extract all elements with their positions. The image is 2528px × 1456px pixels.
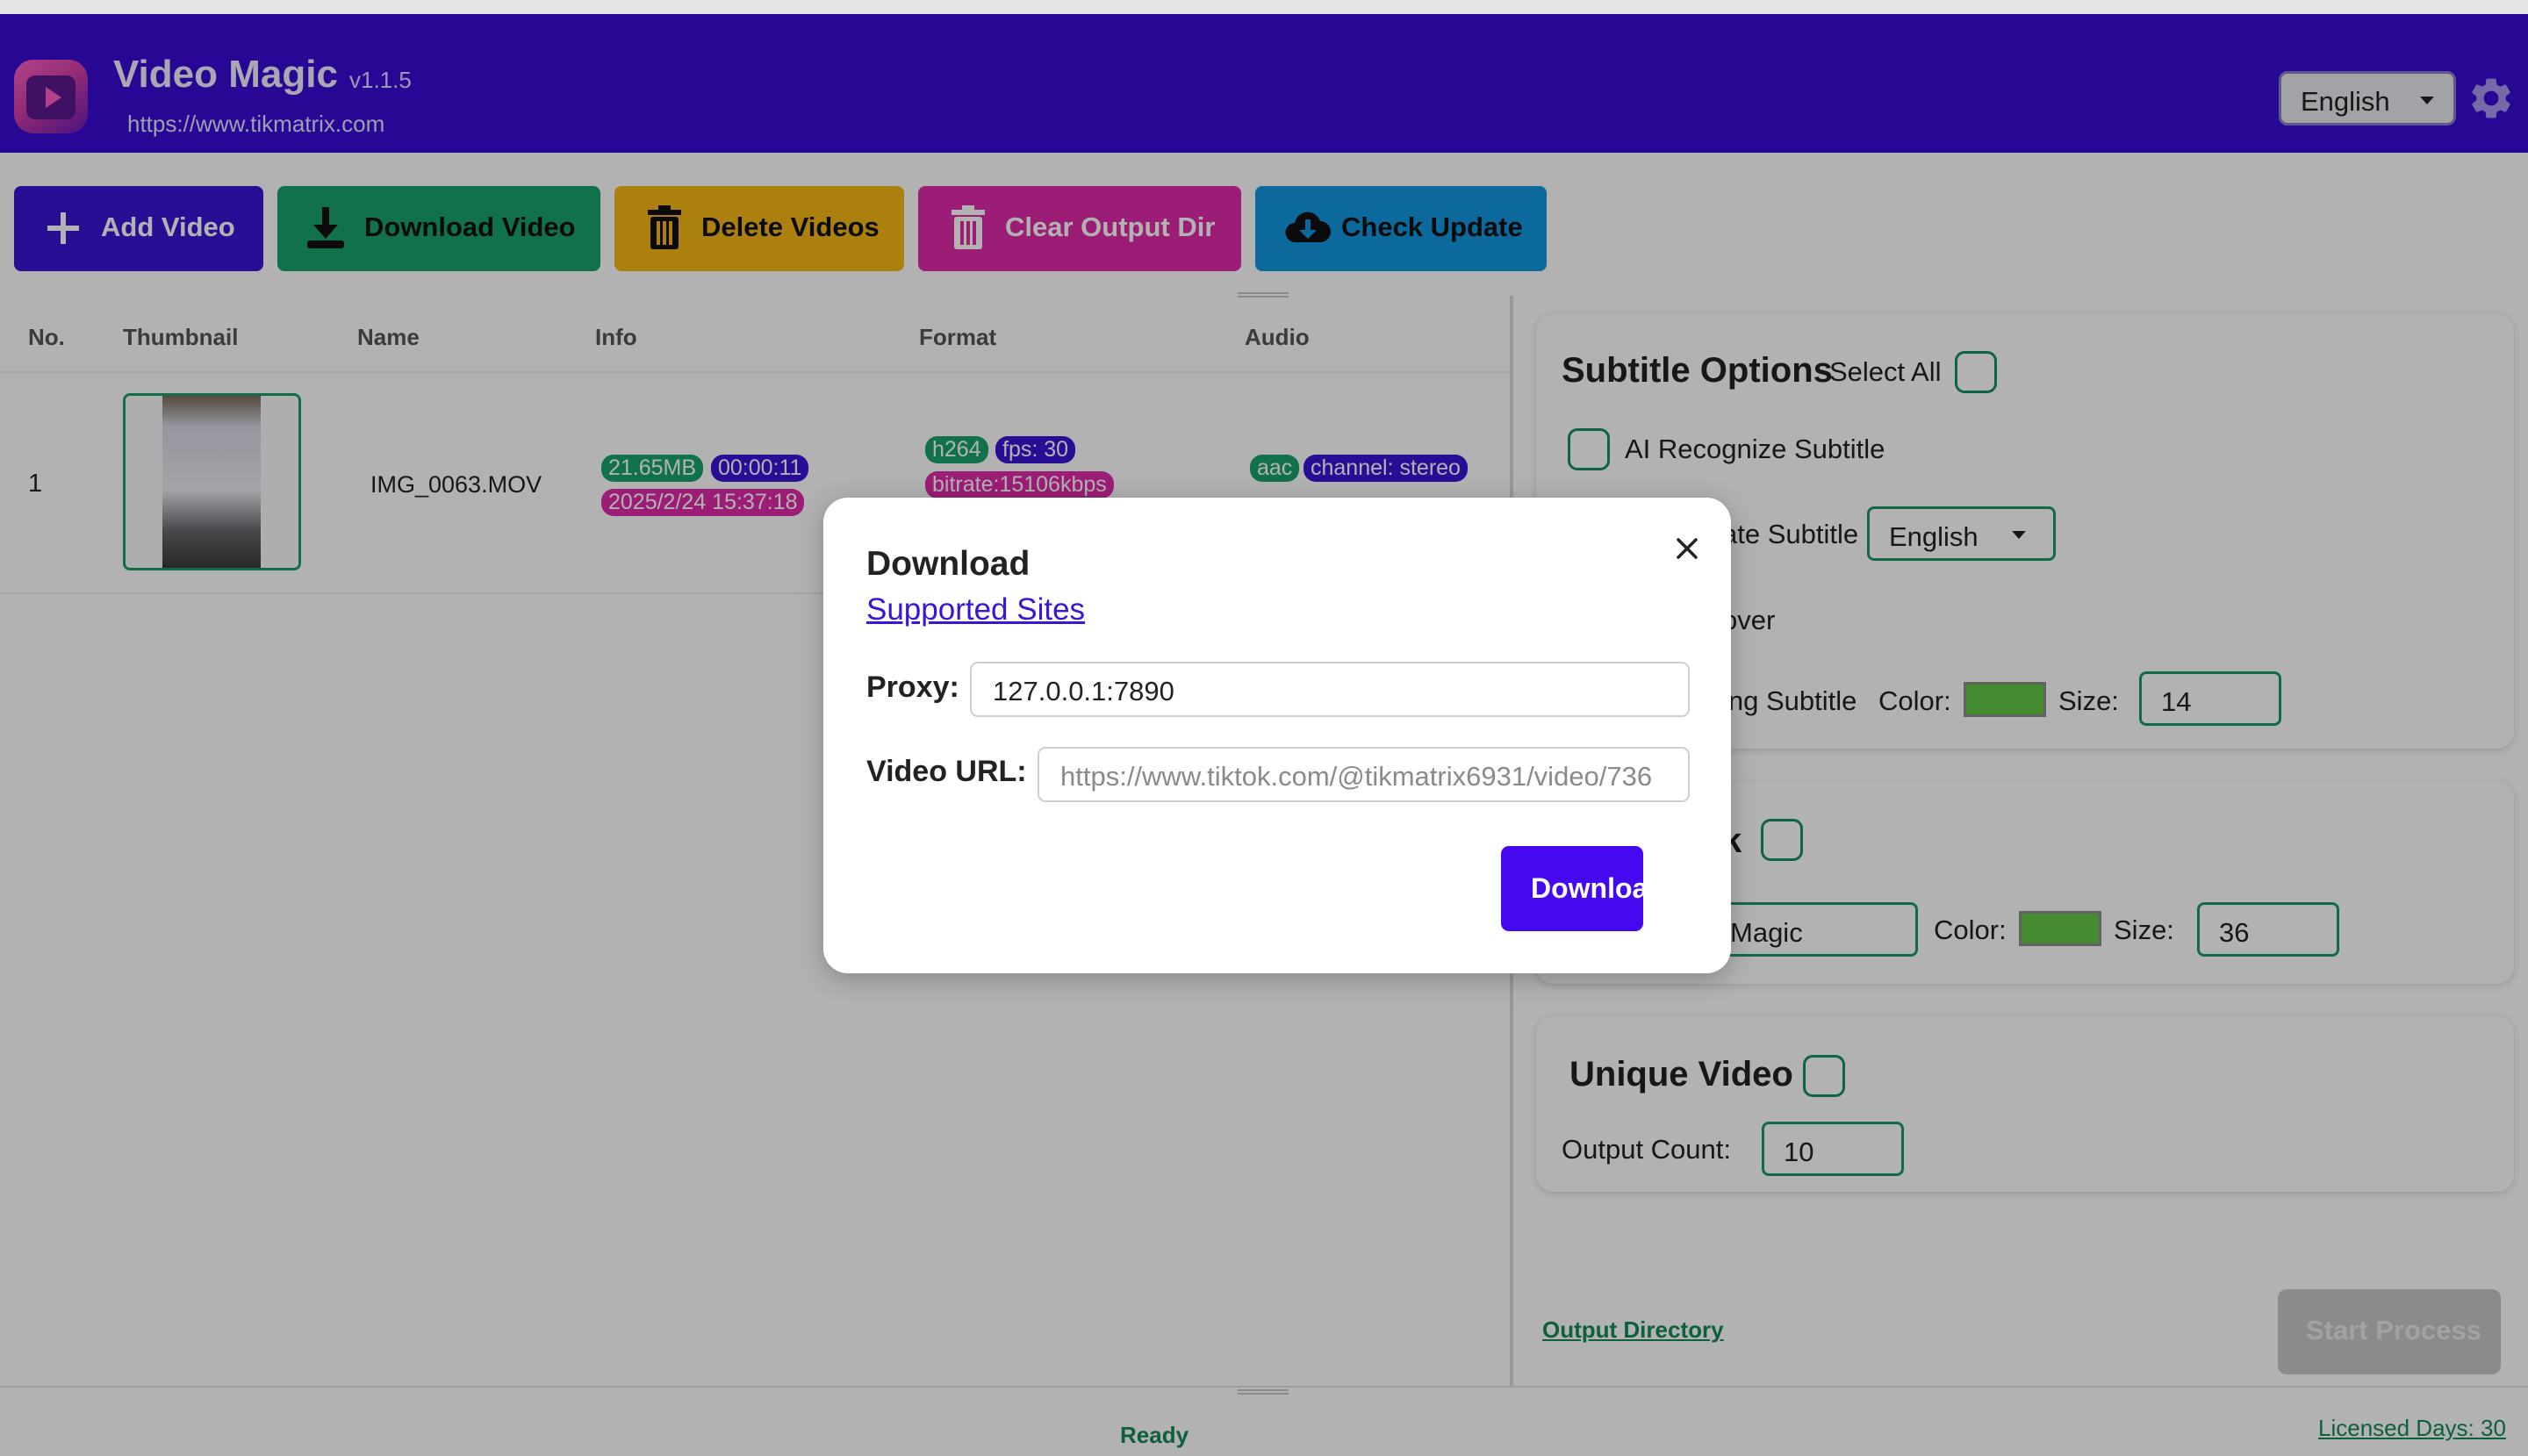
download-dialog: Download Supported Sites Proxy: 127.0.0.… <box>823 498 1731 973</box>
video-url-input[interactable]: https://www.tiktok.com/@tikmatrix6931/vi… <box>1038 747 1690 802</box>
proxy-value: 127.0.0.1:7890 <box>993 676 1174 706</box>
download-button[interactable]: Download <box>1501 846 1665 931</box>
supported-sites-link[interactable]: Supported Sites <box>866 592 1085 628</box>
close-icon[interactable] <box>1670 531 1705 566</box>
video-url-label: Video URL: <box>866 755 1027 788</box>
proxy-label: Proxy: <box>866 671 959 704</box>
download-button-label: Download <box>1531 872 1665 904</box>
proxy-input[interactable]: 127.0.0.1:7890 <box>970 662 1690 717</box>
video-url-placeholder: https://www.tiktok.com/@tikmatrix6931/vi… <box>1060 761 1653 792</box>
window-top-border <box>0 0 2528 14</box>
dialog-title: Download <box>866 545 1031 583</box>
